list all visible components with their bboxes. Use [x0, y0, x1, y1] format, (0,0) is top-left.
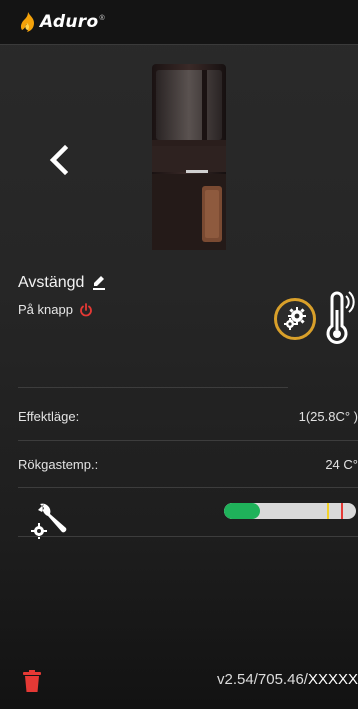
flue-temp-value: 24 C°: [325, 456, 358, 472]
stove-image: [152, 64, 226, 250]
version-suffix: XXXXX: [307, 671, 358, 688]
version-text: v2.54/705.46/XXXXX: [217, 671, 358, 688]
gauge-marker-red: [341, 503, 344, 519]
flue-temp-label: Rökgastemp.:: [18, 456, 99, 472]
mode-text: På knapp: [18, 302, 73, 317]
version-prefix: v2.54/705.46/: [217, 671, 308, 688]
level-gauge: [224, 503, 356, 519]
operation-mode: På knapp: [18, 302, 93, 317]
logo-text: Aduro: [40, 12, 99, 32]
gauge-fill: [224, 503, 260, 519]
aduro-logo: Aduro ®: [18, 11, 105, 33]
stove-status: Avstängd: [18, 274, 106, 292]
thermometer-icon[interactable]: [324, 290, 358, 350]
flue-temp-row: Rökgastemp.: 24 C°: [0, 441, 358, 487]
top-bar: Aduro ®: [0, 0, 358, 45]
effect-mode-value: 1(25.8C° ): [298, 408, 358, 424]
trash-icon[interactable]: [22, 669, 42, 693]
logo-registered-mark: ®: [99, 14, 105, 22]
effect-mode-label: Effektläge:: [18, 408, 80, 424]
status-text: Avstängd: [18, 274, 85, 291]
flame-icon: [20, 12, 34, 32]
pencil-icon[interactable]: [92, 275, 106, 291]
wrench-gear-icon[interactable]: [30, 498, 72, 540]
power-icon[interactable]: [79, 302, 93, 317]
app-screen: Aduro ® Avstängd På knapp Effektläge: 1(…: [0, 0, 358, 709]
chevron-left-icon[interactable]: [40, 140, 80, 180]
settings-button[interactable]: [274, 298, 316, 340]
divider: [18, 487, 358, 488]
gears-icon: [284, 307, 306, 330]
gauge-marker-yellow: [326, 503, 329, 519]
divider: [18, 387, 288, 388]
divider: [18, 536, 358, 537]
effect-mode-row: Effektläge: 1(25.8C° ): [0, 393, 358, 439]
